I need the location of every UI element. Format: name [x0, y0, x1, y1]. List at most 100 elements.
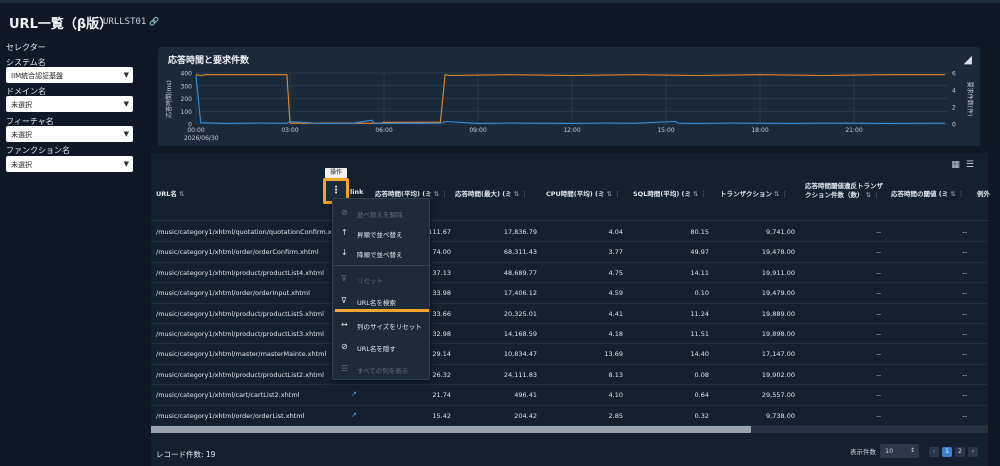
- table-row[interactable]: /music/category1/xhtml/product/productLi…: [151, 324, 988, 345]
- menu-item-clear-sort: ⊘ 並べ替えを解除: [333, 203, 431, 223]
- top-bar: [0, 0, 1000, 3]
- x-tick-label: 15:00: [657, 127, 674, 134]
- sort-icon[interactable]: ⇅: [434, 190, 439, 198]
- page-title: URL一覧（β版）: [9, 17, 113, 32]
- col-cpu[interactable]: CPU時間(平均) (ミ ⇅ ⋮: [546, 188, 620, 198]
- y2-axis-label: 要求件数(件): [966, 82, 974, 117]
- sort-icon[interactable]: ⇅: [514, 190, 519, 198]
- external-link-icon[interactable]: ↗: [351, 411, 357, 419]
- menu-item-sort-asc[interactable]: ↑ 昇順で並べ替え: [333, 223, 431, 243]
- page-2-button[interactable]: 2: [955, 447, 965, 457]
- kebab-icon[interactable]: ⋮: [614, 190, 621, 198]
- request-count-series-line: [195, 74, 945, 124]
- chart-panel: 応答時間と要求件数 ◢ 0 100 200 300 400 0 2 4 6 00:00 03:00 0…: [158, 47, 980, 146]
- col-url-name[interactable]: URL名 ⇅: [156, 188, 184, 198]
- menu-item-label: URL名を検索: [357, 299, 396, 307]
- sql-cell: 14.40: [690, 350, 709, 359]
- threshold-cell: --: [962, 248, 967, 257]
- threshold-cell: --: [962, 411, 967, 420]
- table-row[interactable]: /music/category1/xhtml/order/orderConfir…: [151, 242, 988, 263]
- kebab-icon: ⋮: [331, 185, 341, 196]
- sort-asc-icon: ↑: [341, 228, 348, 237]
- copy-link-icon[interactable]: 🔗: [149, 17, 159, 26]
- violations-cell: --: [876, 289, 881, 298]
- y-tick-label: 400: [181, 71, 193, 78]
- violations-cell: --: [876, 370, 881, 379]
- y2-tick-label: 4: [952, 88, 956, 95]
- prev-page-button[interactable]: ‹: [929, 447, 939, 457]
- max-response-cell: 17,406.12: [503, 289, 537, 298]
- system-select[interactable]: IIM統合認証基盤 ▼: [6, 67, 133, 83]
- table-row[interactable]: /music/category1/xhtml/quotation/quotati…: [151, 222, 988, 243]
- table-row[interactable]: /music/category1/xhtml/master/masterMain…: [151, 344, 988, 365]
- menu-item-label: すべての列を表示: [357, 367, 409, 375]
- sort-icon[interactable]: ⇅: [774, 190, 779, 198]
- transactions-cell: 17,147.00: [761, 350, 795, 359]
- col-transactions[interactable]: トランザクション ⇅ ⋮: [720, 188, 788, 198]
- sql-cell: 11.51: [690, 330, 709, 338]
- sql-cell: 0.10: [694, 289, 709, 298]
- eye-off-icon: ⊘: [341, 342, 348, 351]
- threshold-cell: --: [962, 309, 967, 318]
- col-sql[interactable]: SQL時間(平均) (ミ ⇅ ⋮: [633, 188, 707, 198]
- column-actions-menu: ⊘ 並べ替えを解除 ↑ 昇順で並べ替え ↓ 降順で並べ替え ⊽ リセット ⊽ URL名を検索 ↔ 列の…: [332, 198, 431, 380]
- cpu-cell: 4.41: [608, 309, 623, 318]
- sort-icon[interactable]: ⇅: [950, 190, 955, 198]
- x-tick-label: 06:00: [375, 127, 392, 134]
- domain-select[interactable]: 未選択 ▼: [6, 96, 133, 112]
- max-response-cell: 24,111.83: [503, 370, 537, 379]
- sort-icon[interactable]: ⇅: [866, 191, 871, 199]
- menu-item-search-url[interactable]: ⊽ URL名を検索: [333, 291, 431, 311]
- feature-select[interactable]: 未選択 ▼: [6, 126, 133, 142]
- function-select[interactable]: 未選択 ▼: [6, 156, 133, 172]
- menu-item-reset-filter: ⊽ リセット: [333, 269, 431, 289]
- kebab-icon[interactable]: ⋮: [781, 190, 788, 198]
- page-size-select[interactable]: 10 ↕: [880, 444, 919, 458]
- menu-item-reset-column-size[interactable]: ↔ 列のサイズをリセット: [333, 315, 431, 335]
- url-name-cell: /music/category1/xhtml/master/masterMain…: [156, 350, 327, 359]
- transactions-cell: 19,911.00: [761, 268, 795, 277]
- sort-icon[interactable]: ⇅: [607, 190, 612, 198]
- record-count: レコード件数: 19: [156, 450, 216, 459]
- col-max-label: 応答時間(最大) (ミ: [455, 190, 512, 198]
- transactions-cell: 9,741.00: [766, 228, 795, 236]
- sql-cell: 80.15: [690, 228, 709, 236]
- table-row[interactable]: /music/category1/xhtml/product/productLi…: [151, 304, 988, 324]
- kebab-icon[interactable]: ⋮: [521, 190, 528, 198]
- max-response-cell: 496.41: [514, 391, 537, 400]
- kebab-icon[interactable]: ⋮: [873, 191, 880, 199]
- kebab-icon[interactable]: ⋮: [441, 190, 448, 198]
- col-threshold[interactable]: 応答時間の閾値 (ミ ⇅ ⋮: [891, 188, 964, 198]
- next-page-button[interactable]: ›: [968, 447, 978, 457]
- selector-heading: セレクター: [6, 43, 46, 52]
- menu-item-sort-desc[interactable]: ↓ 降順で並べ替え: [333, 243, 431, 263]
- table-row[interactable]: /music/category1/xhtml/order/orderList.x…: [151, 406, 988, 426]
- transactions-cell: 19,889.00: [761, 309, 795, 318]
- page-1-button[interactable]: 1: [942, 447, 952, 457]
- cpu-cell: 3.77: [608, 248, 623, 257]
- kebab-icon[interactable]: ⋮: [958, 190, 965, 198]
- transactions-cell: 29,557.00: [761, 391, 795, 400]
- kebab-icon[interactable]: ⋮: [700, 190, 707, 198]
- sort-icon[interactable]: ⇅: [179, 190, 184, 198]
- col-max-response[interactable]: 応答時間(最大) (ミ ⇅ ⋮: [455, 188, 528, 198]
- table-row[interactable]: /music/category1/xhtml/cart/cartList2.xh…: [151, 385, 988, 406]
- table-row[interactable]: /music/category1/xhtml/order/orderInput.…: [151, 283, 988, 304]
- scrollbar-thumb[interactable]: [151, 426, 751, 433]
- url-name-cell: /music/category1/xhtml/order/orderInput.…: [156, 289, 310, 298]
- column-grid-icon[interactable]: ▦: [951, 160, 966, 170]
- menu-item-hide-url-column[interactable]: ⊘ URL名を隠す: [333, 337, 431, 357]
- y-axis-label: 応答時間(ms): [165, 80, 173, 118]
- density-icon[interactable]: ☰: [966, 160, 980, 170]
- sort-icon[interactable]: ⇅: [693, 190, 698, 198]
- col-avg-label: 応答時間(平均) (ミ: [375, 190, 432, 198]
- x-tick-label: 00:00: [187, 127, 204, 134]
- table-row[interactable]: /music/category1/xhtml/product/productLi…: [151, 263, 988, 284]
- col-threshold-violations[interactable]: 応答時間閾値違反トランザクション件数（数） ⇅ ⋮: [805, 182, 885, 200]
- table-row[interactable]: /music/category1/xhtml/product/productLi…: [151, 365, 988, 386]
- external-link-icon[interactable]: ↗: [351, 390, 357, 398]
- violations-cell: --: [876, 268, 881, 277]
- col-avg-response[interactable]: 応答時間(平均) (ミ ⇅ ⋮: [375, 188, 448, 198]
- resize-icon: ↔: [341, 320, 348, 329]
- threshold-cell: --: [962, 228, 967, 236]
